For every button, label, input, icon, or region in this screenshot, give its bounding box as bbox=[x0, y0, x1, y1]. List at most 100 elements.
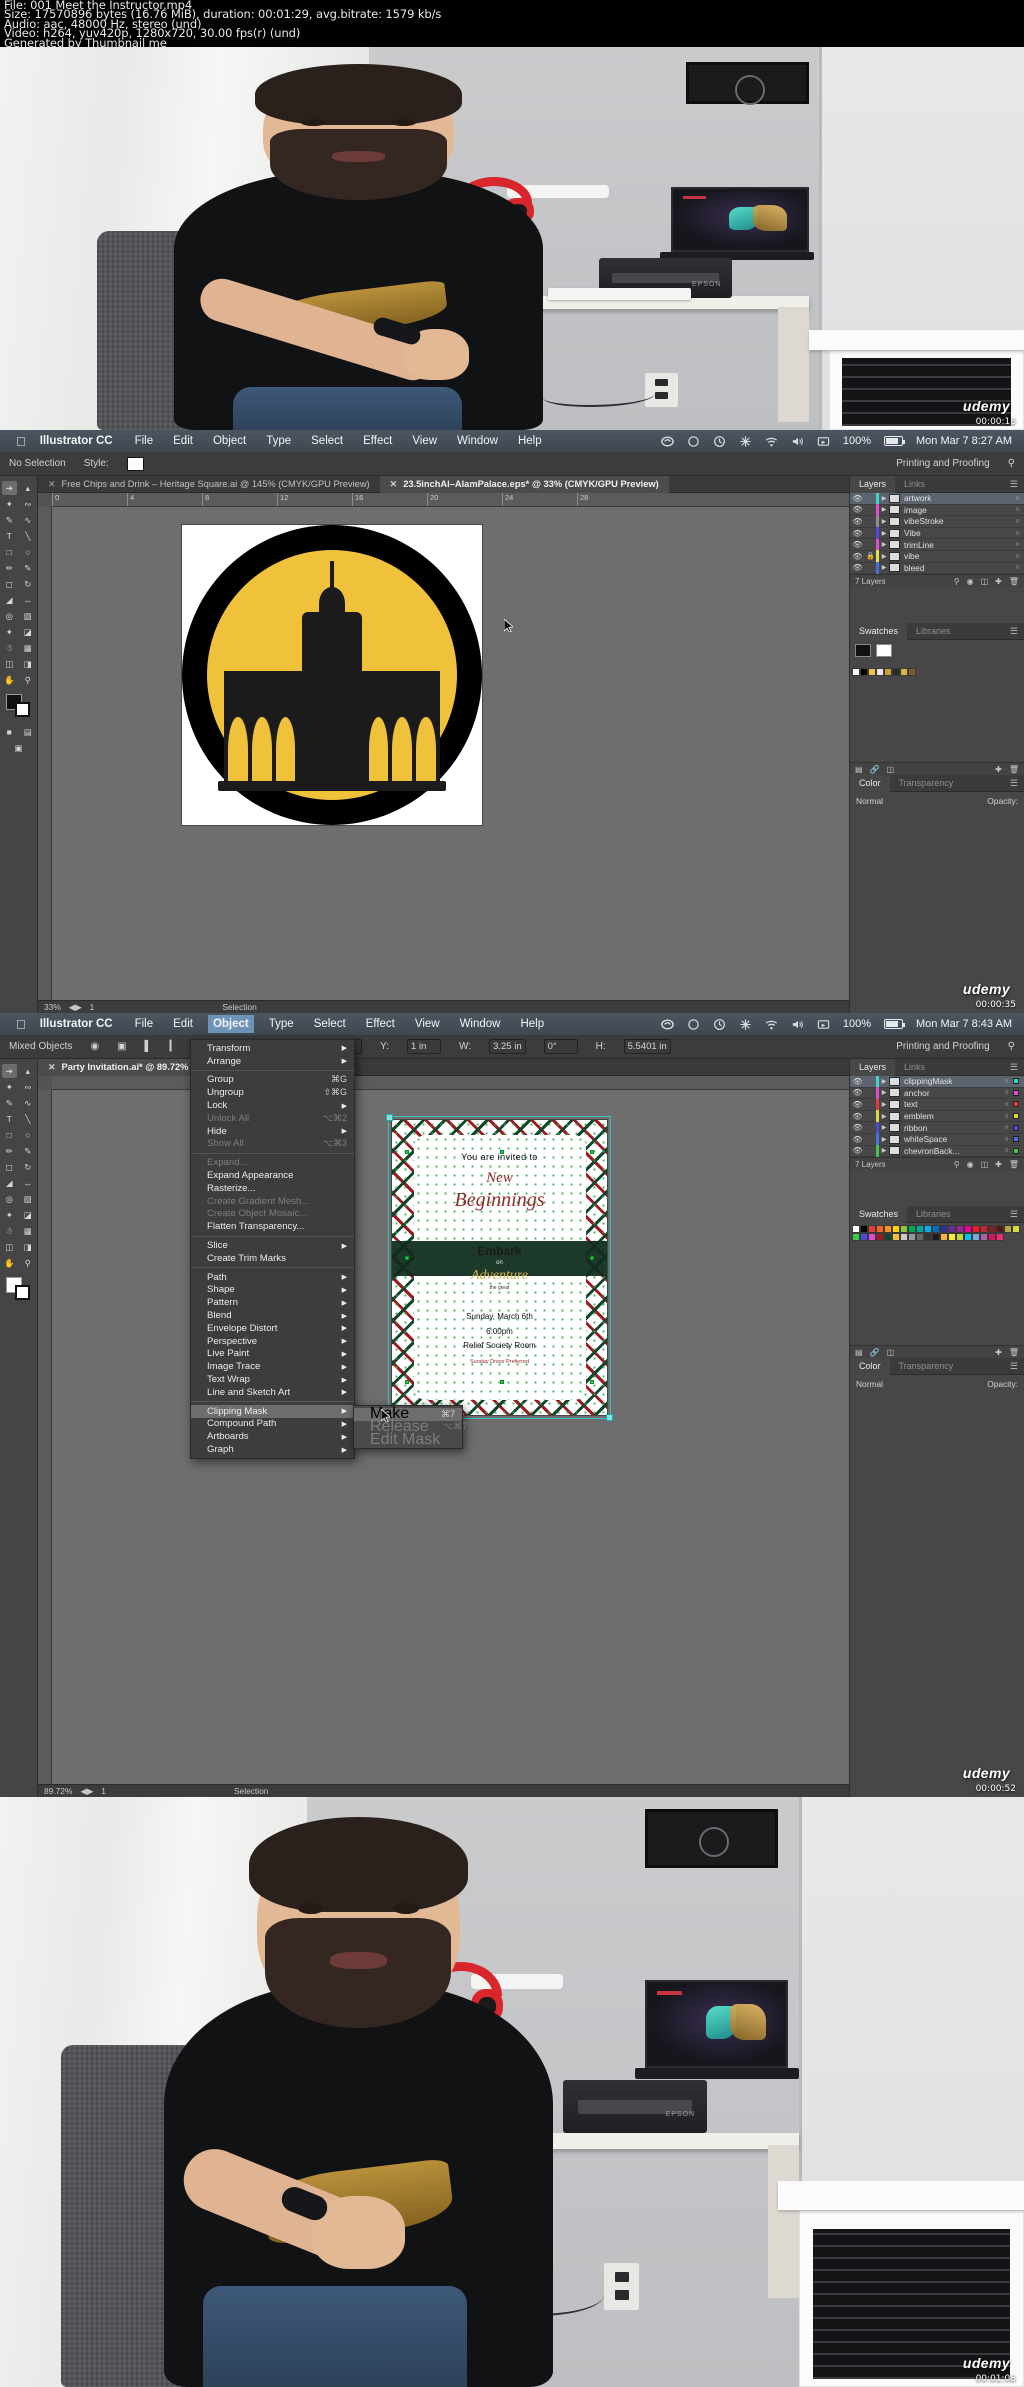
layer-row[interactable]: 👁 ▶ artwork ○ bbox=[850, 492, 1024, 505]
anchor-point[interactable] bbox=[499, 1379, 504, 1384]
clipping-mask-submenu[interactable]: Make ⌘7 Release ⌥⌘7 Edit Mask bbox=[353, 1404, 467, 1450]
color-panel-2[interactable]: Color Transparency ☰ Normal Opacity: bbox=[849, 1357, 1024, 1797]
color-swatch[interactable] bbox=[956, 1233, 964, 1241]
swatch-libraries-icon[interactable]: ▤ bbox=[855, 1348, 863, 1357]
menu-item-transform[interactable]: Transform ▶ bbox=[191, 1042, 354, 1055]
tool-selection[interactable]: ➔ bbox=[1, 481, 17, 495]
menu-help[interactable]: Help bbox=[520, 1018, 544, 1030]
tool-hand[interactable]: ✋ bbox=[2, 1256, 17, 1270]
tool-artboard[interactable]: ◫ bbox=[2, 657, 17, 671]
time-machine-icon[interactable] bbox=[713, 1018, 726, 1031]
tools-panel-1[interactable]: ➔ ▴ ✦ ∾ ✎ ∿ T ╲ □ ○ ✏ ✎ ◻ ↻ ◢ ↔ ◎ ▧ ✦ ◪ ☃ ▦ ◫ ◨ ✋ ⚲ ■… bbox=[0, 476, 38, 1013]
dropbox-icon[interactable] bbox=[687, 1018, 700, 1031]
layer-selection-square[interactable] bbox=[1013, 1101, 1019, 1108]
chevron-right-icon[interactable]: ▶ bbox=[879, 495, 889, 502]
layer-selection-square[interactable] bbox=[1013, 1136, 1019, 1143]
layer-selection-square[interactable] bbox=[1013, 1113, 1019, 1120]
menu-item-graph[interactable]: Graph ▶ bbox=[191, 1443, 354, 1456]
layer-selection-square[interactable] bbox=[1013, 1078, 1019, 1085]
color-swatch[interactable] bbox=[916, 1233, 924, 1241]
menu-effect[interactable]: Effect bbox=[366, 1018, 395, 1030]
tool-column-graph[interactable]: ▦ bbox=[20, 1224, 35, 1238]
tool-line[interactable]: ╲ bbox=[20, 1112, 35, 1126]
color-swatch[interactable] bbox=[988, 1233, 996, 1241]
document-tab-2[interactable]: ✕ 23.5inchAl–AlamPalace.eps* @ 33% (CMYK… bbox=[379, 475, 669, 493]
battery-icon[interactable] bbox=[884, 436, 905, 446]
menu-item-live-paint[interactable]: Live Paint ▶ bbox=[191, 1348, 354, 1361]
chevron-right-icon[interactable]: ▶ bbox=[879, 1147, 889, 1154]
swatches-panel-tabs-2[interactable]: Swatches Libraries ☰ bbox=[850, 1205, 1024, 1223]
blend-mode-value[interactable]: Normal bbox=[856, 1379, 883, 1389]
tool-paintbrush[interactable]: ✏ bbox=[2, 1144, 17, 1158]
layer-selection-square[interactable] bbox=[1013, 1124, 1019, 1131]
menubar-app-name[interactable]: Illustrator CC bbox=[40, 435, 113, 447]
menu-select[interactable]: Select bbox=[314, 1018, 346, 1030]
chevron-right-icon[interactable]: ▶ bbox=[879, 541, 889, 548]
new-sublayer-icon[interactable]: ◫ bbox=[981, 577, 989, 586]
swatch-link-icon[interactable]: 🔗 bbox=[870, 765, 880, 774]
align-center-icon[interactable]: ▎ bbox=[161, 1041, 187, 1052]
layer-row[interactable]: 👁 ▶ clippingMask ○ bbox=[850, 1075, 1024, 1088]
workspace-switcher[interactable]: Printing and Proofing bbox=[887, 458, 998, 469]
volume-icon[interactable] bbox=[791, 435, 804, 448]
menu-window[interactable]: Window bbox=[460, 1018, 501, 1030]
layers-list-1[interactable]: 👁 ▶ artwork ○ 👁 ▶ image ○ 👁 ▶ vibeStroke ○ 👁 ▶ Vibe ○ 👁 ▶… bbox=[850, 492, 1024, 575]
tool-screen-mode[interactable]: ▣ bbox=[11, 741, 26, 755]
tab-swatches[interactable]: Swatches bbox=[850, 1205, 908, 1223]
tool-eraser[interactable]: ◻ bbox=[2, 1160, 17, 1174]
delete-swatch-icon[interactable]: 🗑 bbox=[1009, 765, 1019, 774]
chevron-right-icon[interactable]: ▶ bbox=[879, 1089, 889, 1096]
chevron-right-icon[interactable]: ▶ bbox=[879, 1136, 889, 1143]
target-circle-icon[interactable]: ○ bbox=[1011, 553, 1024, 560]
target-circle-icon[interactable]: ○ bbox=[1000, 1113, 1013, 1120]
layer-row[interactable]: 👁 ▶ ribbon ○ bbox=[850, 1121, 1024, 1134]
fill-stroke-swatches[interactable] bbox=[5, 1277, 32, 1300]
tool-symbol-sprayer[interactable]: ☃ bbox=[2, 1224, 17, 1238]
swatch-grid-2[interactable] bbox=[850, 1223, 1024, 1243]
layer-row[interactable]: 👁 ▶ Vibe ○ bbox=[850, 527, 1024, 540]
menu-item-lock[interactable]: Lock ▶ bbox=[191, 1099, 354, 1112]
color-swatch[interactable] bbox=[900, 1225, 908, 1233]
color-swatch[interactable] bbox=[964, 1225, 972, 1233]
eye-icon[interactable]: 👁 bbox=[850, 552, 865, 561]
tool-eyedropper[interactable]: ✦ bbox=[2, 1208, 17, 1222]
tool-shape-builder[interactable]: ◎ bbox=[2, 1192, 17, 1206]
tool-slice[interactable]: ◨ bbox=[20, 657, 35, 671]
tab-layers[interactable]: Layers bbox=[850, 475, 896, 493]
menu-item-expand-appearance[interactable]: Expand Appearance bbox=[191, 1169, 354, 1182]
tool-line[interactable]: ╲ bbox=[20, 529, 35, 543]
color-swatch[interactable] bbox=[932, 1233, 940, 1241]
color-swatch[interactable] bbox=[980, 1233, 988, 1241]
menu-item-pattern[interactable]: Pattern ▶ bbox=[191, 1296, 354, 1309]
menu-item-rasterize[interactable]: Rasterize... bbox=[191, 1182, 354, 1195]
status-bar-1[interactable]: 33% ◀▶ 1 Selection bbox=[38, 1000, 849, 1013]
mac-menubar-2[interactable]:  Illustrator CC File Edit Object Type S… bbox=[0, 1013, 1024, 1035]
wifi-icon[interactable] bbox=[765, 435, 778, 448]
menu-file[interactable]: File bbox=[135, 1018, 154, 1030]
eye-icon[interactable]: 👁 bbox=[850, 563, 865, 572]
apple-logo-icon[interactable]:  bbox=[16, 434, 26, 449]
menubar-clock[interactable]: Mon Mar 7 8:27 AM bbox=[916, 435, 1012, 447]
new-layer-icon[interactable]: ✚ bbox=[995, 1160, 1002, 1169]
eye-icon[interactable]: 👁 bbox=[850, 540, 865, 549]
menu-object[interactable]: Object bbox=[207, 1015, 254, 1033]
control-bar-2[interactable]: Mixed Objects ◉ ▣ ▌ ▎ ▐ ⇵ ⇄ ▦ X: 2 in Y:… bbox=[0, 1035, 1024, 1059]
anchor-point[interactable] bbox=[404, 1379, 409, 1384]
color-swatch[interactable] bbox=[932, 1225, 940, 1233]
layers-panel-footer-1[interactable]: 7 Layers ⚲ ◉ ◫ ✚ 🗑 bbox=[850, 574, 1024, 588]
tool-direct-selection[interactable]: ▴ bbox=[20, 481, 35, 495]
new-layer-icon[interactable]: ✚ bbox=[995, 577, 1002, 586]
menu-item-create-trim-marks[interactable]: Create Trim Marks bbox=[191, 1252, 354, 1265]
layers-panel-tabs-2[interactable]: Layers Links ☰ bbox=[850, 1058, 1024, 1076]
tool-gradient[interactable]: ▧ bbox=[20, 1192, 35, 1206]
target-circle-icon[interactable]: ○ bbox=[1011, 518, 1024, 525]
tool-scale[interactable]: ◢ bbox=[2, 593, 17, 607]
target-circle-icon[interactable]: ○ bbox=[1011, 541, 1024, 548]
artboard-party-invitation[interactable]: You are invited to New Beginnings Embark… bbox=[386, 1114, 613, 1421]
swatches-footer-2[interactable]: ▤ 🔗 ◫ ✚ 🗑 bbox=[850, 1345, 1024, 1358]
layers-panel-1[interactable]: Layers Links ☰ 👁 ▶ artwork ○ 👁 ▶ image ○ 👁 ▶ vibeS… bbox=[849, 475, 1024, 623]
tab-links[interactable]: Links bbox=[895, 476, 934, 493]
tab-links[interactable]: Links bbox=[895, 1059, 934, 1076]
artboard-nav-icon[interactable]: ◀▶ bbox=[80, 1786, 93, 1796]
object-dropdown-menu[interactable]: Transform ▶ Arrange ▶ Group ⌘G Ungroup ⇧⌘G Lock ▶… bbox=[190, 1039, 355, 1459]
